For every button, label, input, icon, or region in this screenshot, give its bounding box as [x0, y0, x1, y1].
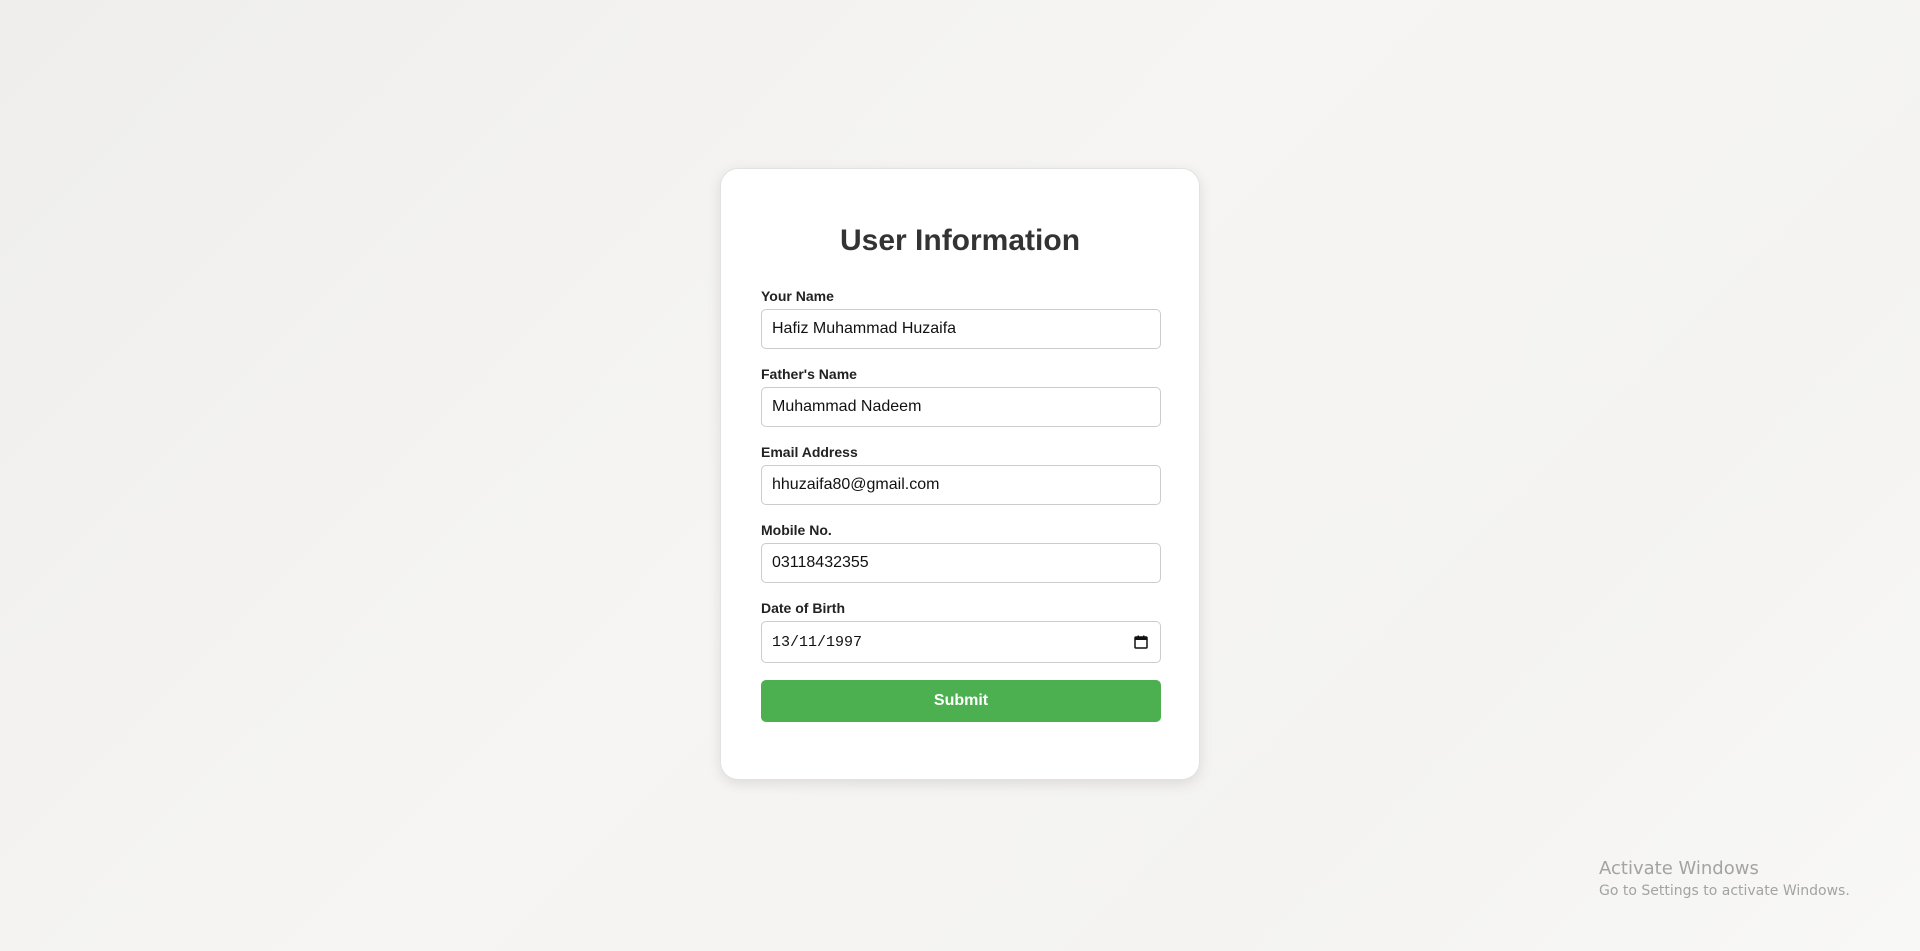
father-name-label: Father's Name: [761, 366, 857, 382]
submit-button[interactable]: Submit: [761, 680, 1161, 722]
activate-windows-watermark: Activate Windows Go to Settings to activ…: [1599, 857, 1850, 901]
watermark-subtitle: Go to Settings to activate Windows.: [1599, 883, 1850, 899]
name-label: Your Name: [761, 288, 834, 304]
email-input[interactable]: hhuzaifa80@gmail.com: [761, 465, 1161, 505]
watermark-title: Activate Windows: [1599, 858, 1759, 879]
dob-input[interactable]: 13/11/1997: [761, 621, 1161, 663]
father-name-input[interactable]: Muhammad Nadeem: [761, 387, 1161, 427]
mobile-field-group: Mobile No. 03118432355: [761, 522, 1161, 583]
dob-field-group: Date of Birth 13/11/1997: [761, 600, 1161, 663]
email-label: Email Address: [761, 444, 858, 460]
name-value: Hafiz Muhammad Huzaifa: [772, 320, 957, 337]
user-information-card: User Information Your Name Hafiz Muhamma…: [720, 168, 1200, 780]
mobile-value: 03118432355: [772, 554, 869, 571]
calendar-icon[interactable]: [1134, 635, 1148, 649]
email-value: hhuzaifa80@gmail.com: [772, 476, 940, 493]
mobile-label: Mobile No.: [761, 522, 832, 538]
name-field-group: Your Name Hafiz Muhammad Huzaifa: [761, 288, 1161, 349]
dob-label: Date of Birth: [761, 600, 845, 616]
father-name-field-group: Father's Name Muhammad Nadeem: [761, 366, 1161, 427]
father-name-value: Muhammad Nadeem: [772, 398, 922, 415]
form-title: User Information: [839, 224, 1081, 257]
email-field-group: Email Address hhuzaifa80@gmail.com: [761, 444, 1161, 505]
mobile-input[interactable]: 03118432355: [761, 543, 1161, 583]
dob-value: 13/11/1997: [772, 633, 863, 651]
name-input[interactable]: Hafiz Muhammad Huzaifa: [761, 309, 1161, 349]
